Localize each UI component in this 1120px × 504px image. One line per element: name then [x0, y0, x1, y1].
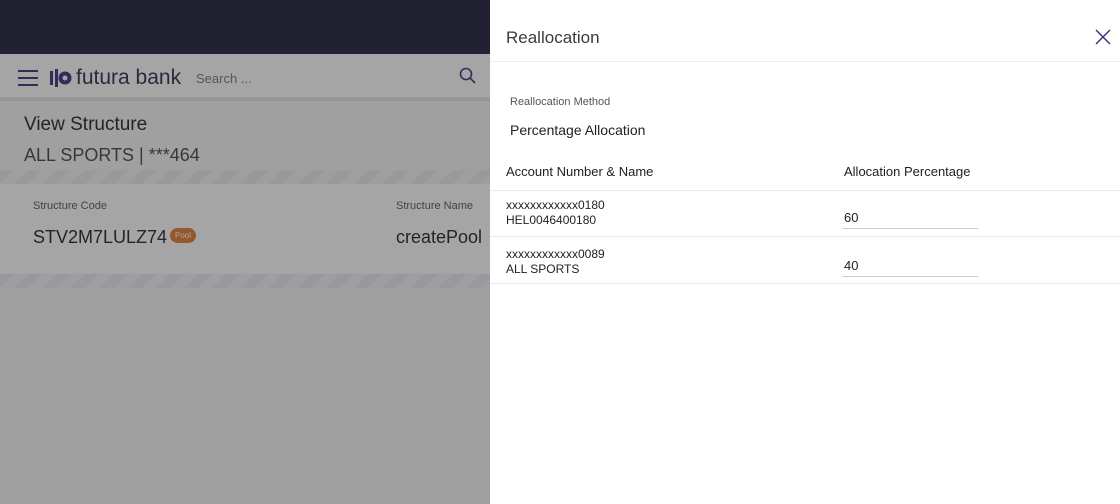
account-name: ALL SPORTS: [506, 262, 580, 276]
allocation-percentage-input[interactable]: [842, 207, 978, 229]
reallocation-method-value: Percentage Allocation: [510, 122, 646, 138]
drawer-header: Reallocation: [490, 0, 1120, 62]
close-icon[interactable]: [1095, 29, 1111, 45]
account-number: xxxxxxxxxxxx0180: [506, 198, 605, 212]
account-name: HEL0046400180: [506, 213, 597, 227]
table-row: xxxxxxxxxxxx0180 HEL0046400180: [490, 191, 1120, 237]
drawer-title: Reallocation: [506, 28, 600, 47]
column-header-account: Account Number & Name: [506, 164, 654, 179]
account-number: xxxxxxxxxxxx0089: [506, 247, 605, 261]
reallocation-method-label: Reallocation Method: [510, 96, 611, 108]
modal-overlay[interactable]: [0, 0, 490, 504]
column-header-allocation: Allocation Percentage: [844, 164, 971, 179]
allocation-percentage-input[interactable]: [842, 255, 978, 277]
table-row: xxxxxxxxxxxx0089 ALL SPORTS: [490, 238, 1120, 284]
